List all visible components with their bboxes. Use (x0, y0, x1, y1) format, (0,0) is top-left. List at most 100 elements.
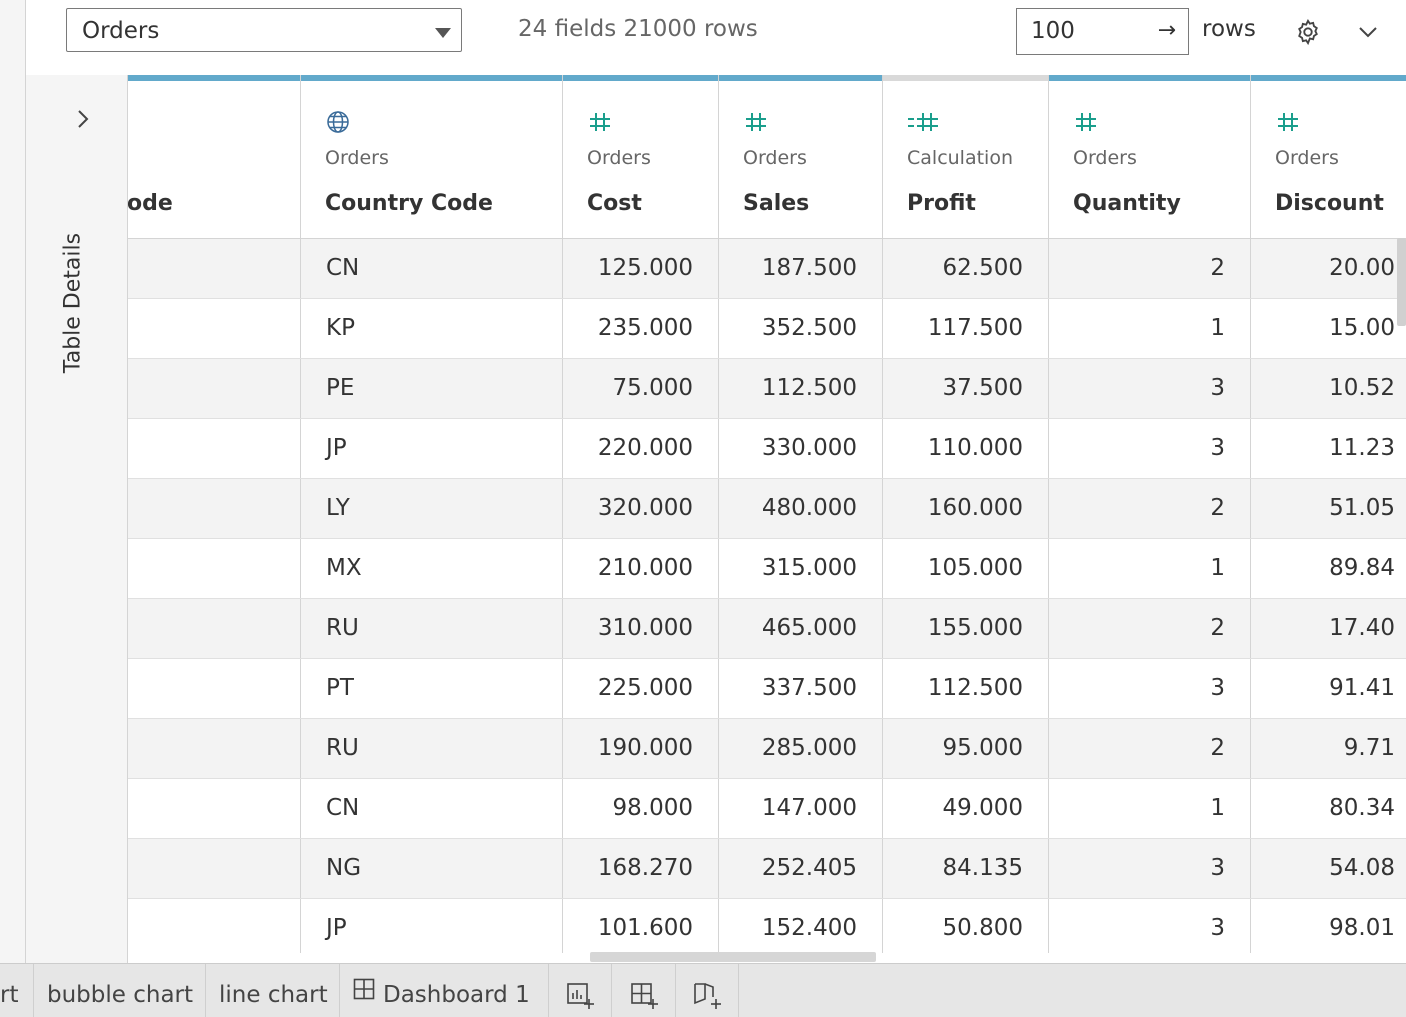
table-cell[interactable]: -6326 (128, 899, 301, 953)
table-cell[interactable]: 98.000 (563, 779, 719, 838)
table-cell[interactable]: 285.000 (719, 719, 883, 778)
column-name[interactable]: Cost (587, 191, 642, 216)
table-cell[interactable]: 352.500 (719, 299, 883, 358)
table-cell[interactable]: 10.52 (1251, 359, 1406, 418)
table-cell[interactable]: 117.500 (883, 299, 1049, 358)
table-cell[interactable]: 315.000 (719, 539, 883, 598)
table-cell[interactable]: 84.135 (883, 839, 1049, 898)
column-header[interactable]: OrdersPostal Code (128, 75, 301, 239)
number-icon[interactable] (1275, 109, 1301, 135)
sheet-tab[interactable]: rt (0, 964, 34, 1017)
table-cell[interactable]: 125.000 (563, 239, 719, 298)
table-row[interactable]: 769RU190.000285.00095.00029.71 (128, 719, 1406, 779)
table-cell[interactable]: -0031 (128, 239, 301, 298)
column-header[interactable]: Orders Quantity (1049, 75, 1251, 239)
table-cell[interactable]: 3 (1049, 899, 1251, 953)
table-cell[interactable]: 2 (1049, 239, 1251, 298)
table-cell[interactable]: -6326 (128, 779, 301, 838)
table-cell[interactable]: RU (301, 719, 563, 778)
table-cell[interactable]: 147.000 (719, 779, 883, 838)
table-cell[interactable]: 3 (1049, 659, 1251, 718)
table-cell[interactable]: 465.000 (719, 599, 883, 658)
table-row[interactable]: 246PE75.000112.50037.500310.52 (128, 359, 1406, 419)
table-cell[interactable]: 2 (1049, 599, 1251, 658)
table-cell[interactable]: 112.500 (883, 659, 1049, 718)
table-cell[interactable]: 160.000 (883, 479, 1049, 538)
table-cell[interactable]: 98.01 (1251, 899, 1406, 953)
table-cell[interactable]: 0-760 (128, 659, 301, 718)
column-name[interactable]: Country Code (325, 191, 493, 216)
table-cell[interactable]: 95 (128, 539, 301, 598)
table-cell[interactable]: 282 (128, 299, 301, 358)
horizontal-scrollbar[interactable] (590, 952, 876, 962)
table-cell[interactable]: 62.500 (883, 239, 1049, 298)
table-cell[interactable]: 95.000 (883, 719, 1049, 778)
table-cell[interactable]: JP (301, 899, 563, 953)
table-cell[interactable]: 330.000 (719, 419, 883, 478)
vertical-scrollbar[interactable] (1397, 238, 1406, 326)
number-icon[interactable] (587, 109, 613, 135)
new-dashboard-button[interactable] (614, 964, 676, 1017)
new-worksheet-button[interactable] (550, 964, 612, 1017)
column-name[interactable]: Discount (1275, 191, 1384, 216)
table-cell[interactable]: 187.500 (719, 239, 883, 298)
table-cell[interactable]: 480.000 (719, 479, 883, 538)
table-cell[interactable]: 11.23 (1251, 419, 1406, 478)
column-name[interactable]: Postal Code (128, 191, 173, 216)
table-cell[interactable]: 3 (1049, 839, 1251, 898)
table-row[interactable]: 95MX210.000315.000105.000189.84 (128, 539, 1406, 599)
number-icon[interactable] (1073, 109, 1099, 135)
table-cell[interactable]: CN (301, 779, 563, 838)
table-row[interactable]: 0-760PT225.000337.500112.500391.41 (128, 659, 1406, 719)
table-cell[interactable]: 3 (1049, 419, 1251, 478)
table-cell[interactable]: 54.08 (1251, 839, 1406, 898)
table-cell[interactable]: 75.000 (563, 359, 719, 418)
table-cell[interactable]: 01 (128, 479, 301, 538)
table-row[interactable]: 360RU310.000465.000155.000217.40 (128, 599, 1406, 659)
table-cell[interactable]: 3 (1049, 359, 1251, 418)
table-row[interactable]: 282KP235.000352.500117.500115.00 (128, 299, 1406, 359)
column-name[interactable]: Profit (907, 191, 976, 216)
data-grid[interactable]: OrdersPostal CodeOrdersCountry CodeOrder… (128, 75, 1406, 953)
table-cell[interactable]: 101.600 (563, 899, 719, 953)
table-cell[interactable]: 320.000 (563, 479, 719, 538)
chevron-down-icon[interactable] (1354, 20, 1382, 44)
table-cell[interactable]: 110.000 (883, 419, 1049, 478)
table-cell[interactable]: MX (301, 539, 563, 598)
gear-icon[interactable] (1294, 18, 1322, 46)
table-cell[interactable]: 310.000 (563, 599, 719, 658)
column-name[interactable]: Quantity (1073, 191, 1181, 216)
chevron-right-icon[interactable] (72, 105, 94, 133)
table-cell[interactable]: 2 (1049, 719, 1251, 778)
table-row[interactable]: -0031CN125.000187.50062.500220.00 (128, 239, 1406, 299)
table-cell[interactable]: 91.41 (1251, 659, 1406, 718)
table-cell[interactable]: RU (301, 599, 563, 658)
table-cell[interactable]: 360 (128, 599, 301, 658)
table-cell[interactable]: 20.00 (1251, 239, 1406, 298)
column-name[interactable]: Sales (743, 191, 809, 216)
table-cell[interactable]: 220.000 (563, 419, 719, 478)
table-row[interactable]: -6326CN98.000147.00049.000180.34 (128, 779, 1406, 839)
table-cell[interactable]: KP (301, 299, 563, 358)
number-icon[interactable] (743, 109, 769, 135)
new-story-button[interactable] (677, 964, 739, 1017)
column-header[interactable]: Orders Discount (1251, 75, 1406, 239)
calc-number-icon[interactable] (907, 109, 938, 135)
table-cell[interactable]: 769 (128, 719, 301, 778)
table-cell[interactable]: 337.500 (719, 659, 883, 718)
table-cell[interactable]: 210.000 (563, 539, 719, 598)
table-cell[interactable]: 1 (1049, 539, 1251, 598)
column-header[interactable]: Orders Cost (563, 75, 719, 239)
globe-icon[interactable] (325, 109, 351, 135)
table-cell[interactable]: JP (301, 419, 563, 478)
table-cell[interactable]: 105.000 (883, 539, 1049, 598)
table-cell[interactable]: PT (301, 659, 563, 718)
column-header[interactable]: Calculation Profit (883, 75, 1049, 239)
table-row[interactable]: 19NG168.270252.40584.135354.08 (128, 839, 1406, 899)
table-row[interactable]: -6326JP101.600152.40050.800398.01 (128, 899, 1406, 953)
table-cell[interactable]: 168.270 (563, 839, 719, 898)
table-cell[interactable]: 190.000 (563, 719, 719, 778)
rows-count-input[interactable]: 100 → (1016, 8, 1189, 55)
table-cell[interactable]: 225.000 (563, 659, 719, 718)
table-cell[interactable]: 235.000 (563, 299, 719, 358)
